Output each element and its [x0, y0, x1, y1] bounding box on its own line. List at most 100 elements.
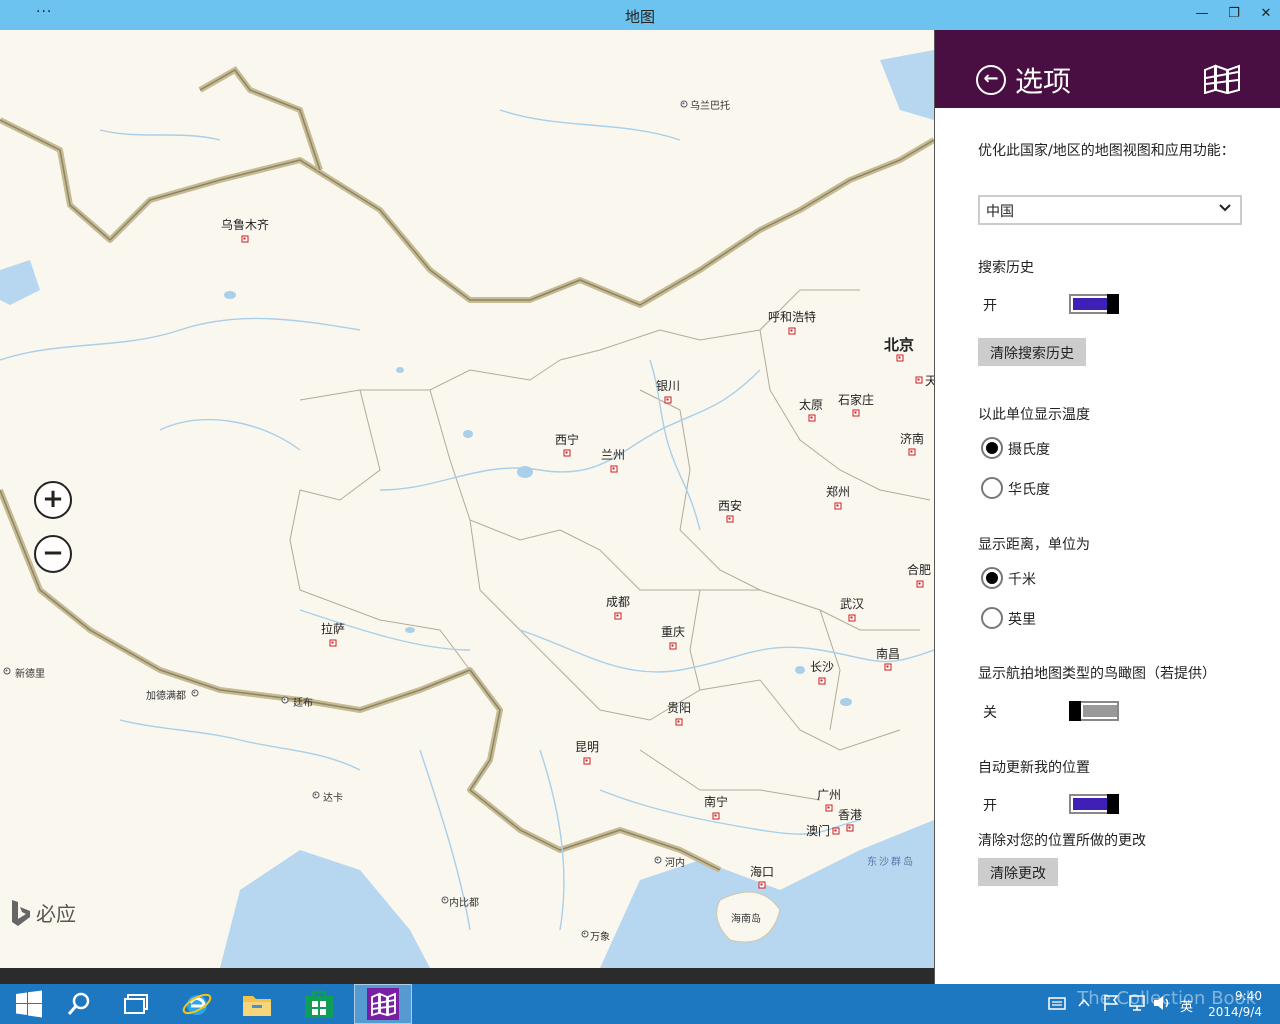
city-label[interactable]: 香港: [838, 806, 862, 823]
zoom-in-button[interactable]: +: [34, 481, 72, 519]
store-button[interactable]: [290, 984, 348, 1024]
file-explorer-button[interactable]: [228, 984, 286, 1024]
city-marker[interactable]: [916, 580, 924, 588]
city-marker[interactable]: [825, 804, 833, 812]
restore-button[interactable]: ❐: [1224, 6, 1244, 21]
fahrenheit-radio[interactable]: [981, 477, 1003, 499]
capital-marker[interactable]: [312, 791, 320, 799]
city-label[interactable]: 河内: [665, 854, 685, 869]
city-marker[interactable]: [610, 465, 618, 473]
city-marker[interactable]: [915, 376, 923, 384]
city-marker[interactable]: [669, 642, 677, 650]
volume-icon[interactable]: [1152, 994, 1172, 1012]
capital-marker[interactable]: [581, 930, 589, 938]
city-marker[interactable]: [896, 354, 904, 362]
auto-location-toggle[interactable]: [1069, 794, 1119, 814]
maps-taskbar-button[interactable]: [354, 984, 412, 1024]
city-marker[interactable]: [834, 502, 842, 510]
miles-radio[interactable]: [981, 607, 1003, 629]
city-label[interactable]: 石家庄: [838, 391, 874, 408]
city-label[interactable]: 南宁: [704, 793, 728, 810]
city-marker[interactable]: [712, 812, 720, 820]
action-center-flag-icon[interactable]: [1102, 994, 1120, 1012]
city-label[interactable]: 西宁: [555, 431, 579, 448]
country-select[interactable]: 中国: [978, 195, 1242, 225]
city-label[interactable]: 合肥: [907, 561, 931, 578]
bing-icon: [12, 899, 30, 926]
keyboard-icon[interactable]: [1048, 994, 1066, 1012]
city-marker[interactable]: [563, 449, 571, 457]
network-icon[interactable]: [1128, 994, 1146, 1012]
city-label[interactable]: 太原: [799, 396, 823, 413]
ie-button[interactable]: [168, 984, 226, 1024]
city-marker[interactable]: [852, 409, 860, 417]
map-canvas[interactable]: 乌鲁木齐 乌兰巴托 呼和浩特 北京 天 银川 太原 石家庄 西宁 兰州 济南 西…: [0, 30, 934, 968]
city-marker[interactable]: [908, 448, 916, 456]
city-label[interactable]: 武汉: [840, 595, 864, 612]
city-label[interactable]: 昆明: [575, 738, 599, 755]
capital-marker[interactable]: [680, 100, 688, 108]
capital-marker[interactable]: [441, 896, 449, 904]
city-label[interactable]: 长沙: [810, 658, 834, 675]
city-marker[interactable]: [832, 827, 840, 835]
capital-marker[interactable]: [654, 856, 662, 864]
city-label[interactable]: 银川: [656, 377, 680, 394]
city-marker[interactable]: [846, 824, 854, 832]
city-label[interactable]: 贵阳: [667, 699, 691, 716]
city-label[interactable]: 海口: [750, 863, 774, 880]
city-marker[interactable]: [818, 677, 826, 685]
clear-search-history-button[interactable]: 清除搜索历史: [978, 338, 1086, 366]
city-label[interactable]: 澳门: [806, 822, 830, 839]
capital-marker[interactable]: [191, 689, 199, 697]
city-marker[interactable]: [329, 639, 337, 647]
city-marker[interactable]: [614, 612, 622, 620]
city-label[interactable]: 重庆: [661, 623, 685, 640]
city-marker[interactable]: [726, 515, 734, 523]
city-marker[interactable]: [583, 757, 591, 765]
city-marker[interactable]: [664, 396, 672, 404]
clock[interactable]: 9:40 2014/9/4: [1208, 988, 1262, 1020]
city-marker[interactable]: [808, 414, 816, 422]
city-label[interactable]: 内比都: [449, 894, 479, 909]
kilometers-radio[interactable]: [981, 567, 1003, 589]
task-view-button[interactable]: [108, 984, 166, 1024]
city-marker[interactable]: [758, 881, 766, 889]
city-label[interactable]: 呼和浩特: [768, 308, 816, 325]
ime-indicator[interactable]: 英: [1180, 996, 1193, 1015]
celsius-radio[interactable]: [981, 437, 1003, 459]
city-label[interactable]: 新德里: [15, 665, 45, 680]
back-button[interactable]: ←: [976, 65, 1006, 95]
tray-expand-icon[interactable]: [1078, 998, 1090, 1008]
city-label[interactable]: 兰州: [601, 446, 625, 463]
city-label[interactable]: 拉萨: [321, 620, 345, 637]
capital-marker[interactable]: [281, 696, 289, 704]
minimize-button[interactable]: —: [1192, 6, 1212, 21]
search-button[interactable]: [50, 984, 108, 1024]
city-label[interactable]: 乌兰巴托: [690, 97, 730, 112]
city-label[interactable]: 加德满都: [146, 687, 186, 702]
clear-changes-button[interactable]: 清除更改: [978, 858, 1058, 886]
city-label[interactable]: 南昌: [876, 645, 900, 662]
city-marker[interactable]: [788, 327, 796, 335]
city-marker[interactable]: [675, 718, 683, 726]
city-label[interactable]: 万象: [590, 928, 610, 943]
birdseye-toggle[interactable]: [1069, 701, 1119, 721]
city-label[interactable]: 郑州: [826, 483, 850, 500]
city-marker[interactable]: [884, 663, 892, 671]
city-label[interactable]: 广州: [817, 786, 841, 803]
city-label[interactable]: 廷布: [293, 694, 313, 709]
city-label[interactable]: 成都: [606, 593, 630, 610]
city-label[interactable]: 西安: [718, 497, 742, 514]
city-label[interactable]: 济南: [900, 430, 924, 447]
auto-location-state: 开: [983, 798, 997, 814]
city-marker[interactable]: [848, 614, 856, 622]
city-label[interactable]: 天: [925, 372, 934, 389]
city-label[interactable]: 北京: [884, 334, 914, 355]
city-label[interactable]: 达卡: [323, 789, 343, 804]
capital-marker[interactable]: [3, 667, 11, 675]
zoom-out-button[interactable]: −: [34, 535, 72, 573]
city-label[interactable]: 乌鲁木齐: [221, 216, 269, 233]
close-button[interactable]: ✕: [1256, 6, 1276, 21]
search-history-toggle[interactable]: [1069, 294, 1119, 314]
city-marker[interactable]: [241, 235, 249, 243]
